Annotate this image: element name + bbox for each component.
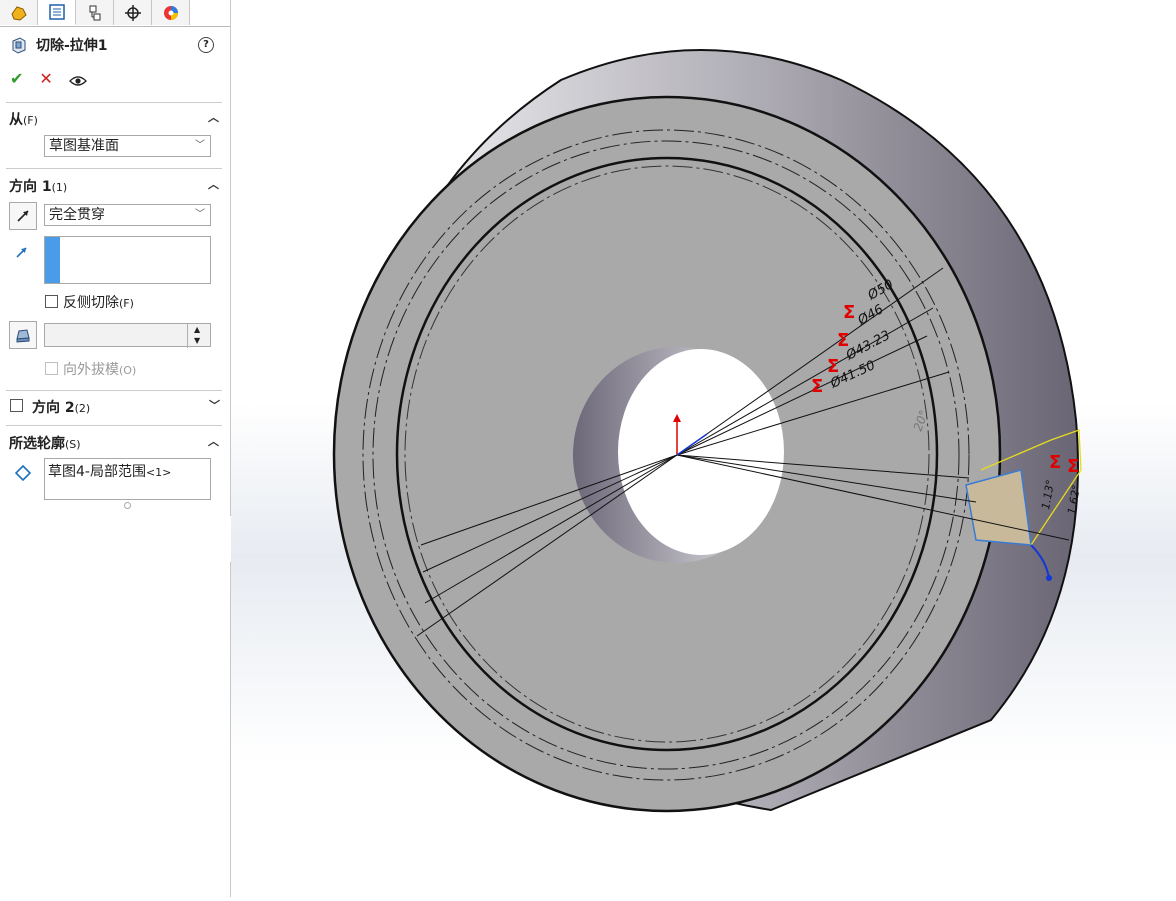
direction-vector-icon <box>16 247 27 258</box>
flip-cut-key: (F) <box>119 297 134 310</box>
draft-button[interactable] <box>9 321 37 349</box>
resize-grip[interactable] <box>124 502 131 509</box>
from-header-label: 从 <box>9 112 23 128</box>
contour-item-suffix: <1> <box>145 466 172 479</box>
direction1-section-header[interactable]: 方向 1(1) ︿ <box>9 176 221 196</box>
chevron-down-icon: ﹀ <box>195 209 205 220</box>
tab-feature-manager[interactable] <box>0 0 38 25</box>
from-select[interactable]: 草图基准面 ﹀ <box>44 135 211 157</box>
draft-outward-label: 向外拔模(O) <box>63 359 136 379</box>
collapse-icon[interactable]: ︿ <box>208 433 219 449</box>
contours-section-header[interactable]: 所选轮廓(S) ︿ <box>9 433 221 453</box>
spin-up-icon[interactable]: ▲ <box>194 325 200 334</box>
graphics-viewport[interactable]: Ø50 Ø46 Ø43.23 Ø41.50 20° 1.13° 1.62° Σ … <box>231 0 1176 897</box>
draft-angle-spinner[interactable]: ▲ ▼ <box>187 324 210 348</box>
equation-icon: Σ <box>1067 456 1079 477</box>
cancel-button[interactable]: ✕ <box>39 69 52 88</box>
feature-title-row: 切除-拉伸1 ? <box>10 34 220 56</box>
draft-outward-text: 向外拔模 <box>63 362 119 378</box>
divider <box>6 102 222 103</box>
model-view[interactable]: Ø50 Ø46 Ø43.23 Ø41.50 20° 1.13° 1.62° Σ … <box>231 0 1176 897</box>
selected-contours-list[interactable]: 草图4-局部范围<1> <box>44 458 211 500</box>
property-manager-panel: 切除-拉伸1 ? ✔ ✕ 从(F) ︿ 草图基准面 ﹀ 方向 1(1) ︿ 完全… <box>0 0 231 897</box>
feature-manager-icon <box>10 5 27 21</box>
manager-tabs <box>0 0 230 27</box>
flip-cut-checkbox[interactable] <box>45 295 58 308</box>
contour-list-item[interactable]: 草图4-局部范围<1> <box>48 461 171 481</box>
equation-icon: Σ <box>827 356 839 377</box>
crosshair-icon <box>124 4 141 21</box>
equation-icon: Σ <box>837 330 849 351</box>
feature-title: 切除-拉伸1 <box>36 38 108 54</box>
contours-header-key: (S) <box>65 438 81 451</box>
collapse-icon[interactable]: ︿ <box>208 109 219 125</box>
cut-extrude-icon <box>12 37 26 54</box>
draft-icon <box>16 329 30 343</box>
direction2-section-header[interactable]: 方向 2(2) ﹀ <box>32 397 222 417</box>
from-select-value: 草图基准面 <box>49 138 119 154</box>
direction2-header-label: 方向 2 <box>32 400 75 416</box>
property-manager-icon <box>48 4 65 20</box>
flip-cut-text: 反侧切除 <box>63 295 119 311</box>
from-section-header[interactable]: 从(F) ︿ <box>9 109 221 129</box>
contour-item-label: 草图4-局部范围 <box>48 464 146 480</box>
tab-dimxpert-manager[interactable] <box>114 0 152 25</box>
end-condition-value: 完全贯穿 <box>49 207 105 223</box>
draft-outward-key: (O) <box>119 364 137 377</box>
equation-icon: Σ <box>1049 452 1061 473</box>
help-icon[interactable]: ? <box>198 37 214 53</box>
reverse-direction-icon <box>17 210 29 222</box>
ok-button[interactable]: ✔ <box>10 69 23 88</box>
direction2-checkbox[interactable] <box>10 399 23 412</box>
equation-icon: Σ <box>811 376 823 397</box>
tab-display-manager[interactable] <box>152 0 190 25</box>
expand-icon[interactable]: ﹀ <box>209 397 220 413</box>
equation-icon: Σ <box>843 302 855 323</box>
display-manager-icon <box>163 5 178 20</box>
collapse-icon[interactable]: ︿ <box>208 176 219 192</box>
from-header-key: (F) <box>23 114 38 127</box>
spin-down-icon[interactable]: ▼ <box>194 336 200 345</box>
center-hole-through <box>618 349 784 555</box>
configuration-manager-icon <box>89 5 100 20</box>
eye-icon <box>68 76 87 86</box>
contour-icon <box>14 464 32 482</box>
tab-property-manager[interactable] <box>38 0 76 25</box>
direction-reference-list[interactable] <box>44 236 211 284</box>
divider <box>6 390 222 391</box>
contours-header-label: 所选轮廓 <box>9 436 65 452</box>
draft-outward-checkbox[interactable] <box>45 362 58 375</box>
draft-angle-input[interactable]: ▲ ▼ <box>44 323 211 348</box>
direction1-header-label: 方向 1 <box>9 179 52 195</box>
chevron-down-icon: ﹀ <box>195 140 205 151</box>
flip-cut-label: 反侧切除(F) <box>63 292 134 312</box>
preview-button[interactable] <box>68 72 87 86</box>
action-row: ✔ ✕ <box>10 68 87 88</box>
selection-highlight <box>45 237 60 283</box>
divider <box>6 168 222 169</box>
direction1-header-key: (1) <box>51 181 68 194</box>
reverse-direction-button[interactable] <box>9 202 37 230</box>
divider <box>6 425 222 426</box>
direction2-header-key: (2) <box>74 402 91 415</box>
end-condition-select[interactable]: 完全贯穿 ﹀ <box>44 204 211 226</box>
tab-configuration-manager[interactable] <box>76 0 114 25</box>
